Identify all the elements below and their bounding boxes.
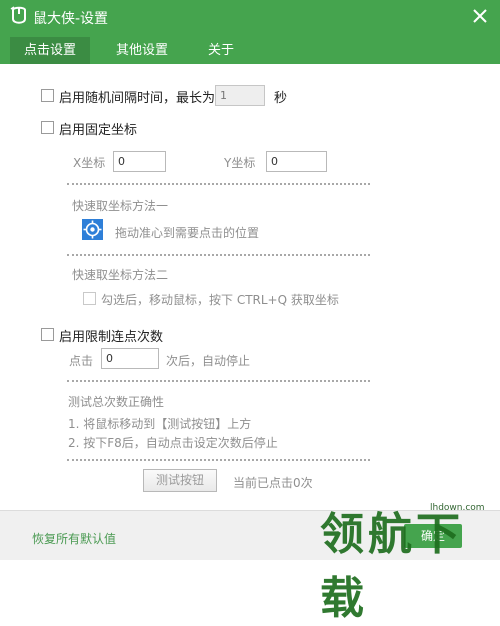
test-title: 测试总次数正确性 xyxy=(68,395,165,409)
method2-label: 勾选后，移动鼠标，按下 CTRL+Q 获取坐标 xyxy=(101,293,339,307)
method2-checkbox[interactable] xyxy=(83,292,96,305)
tab-about[interactable]: 关于 xyxy=(194,37,248,64)
click-count-input[interactable]: 0 xyxy=(101,348,159,369)
y-coord-input[interactable]: 0 xyxy=(266,151,327,172)
random-interval-input[interactable]: 1 xyxy=(215,85,265,106)
random-interval-checkbox[interactable] xyxy=(41,89,54,102)
title-row: 鼠大侠-设置 xyxy=(0,0,500,34)
divider xyxy=(67,183,370,185)
x-coord-input[interactable]: 0 xyxy=(113,151,166,172)
method2-title: 快速取坐标方法二 xyxy=(72,268,169,282)
random-interval-unit: 秒 xyxy=(274,91,288,106)
title-bar: 鼠大侠-设置 点击设置 其他设置 关于 xyxy=(0,0,500,64)
after-label: 次后，自动停止 xyxy=(166,354,251,368)
tab-bar: 点击设置 其他设置 关于 xyxy=(10,37,260,64)
window-title: 鼠大侠-设置 xyxy=(33,11,109,27)
divider xyxy=(67,459,370,461)
limit-clicks-checkbox[interactable] xyxy=(41,328,54,341)
close-icon[interactable] xyxy=(470,6,490,26)
y-coord-label: Y坐标 xyxy=(224,156,256,170)
restore-defaults-link[interactable]: 恢复所有默认值 xyxy=(32,530,116,547)
watermark-url: lhdown.com xyxy=(430,503,485,513)
click-status: 当前已点击0次 xyxy=(233,476,313,490)
test-step-2: 2. 按下F8后，自动点击设定次数后停止 xyxy=(68,436,278,450)
method1-hint: 拖动准心到需要点击的位置 xyxy=(115,226,260,240)
tab-click-settings[interactable]: 点击设置 xyxy=(10,37,91,64)
mouse-logo-icon xyxy=(10,6,26,24)
crosshair-icon[interactable] xyxy=(82,219,103,240)
divider xyxy=(67,380,370,382)
watermark-logo: 领航下载 xyxy=(320,509,464,624)
method1-title: 快速取坐标方法一 xyxy=(72,199,169,213)
test-step-1: 1. 将鼠标移动到【测试按钮】上方 xyxy=(68,417,252,431)
limit-clicks-label: 启用限制连点次数 xyxy=(59,330,164,345)
test-button[interactable]: 测试按钮 xyxy=(143,469,217,492)
divider xyxy=(67,254,370,256)
random-interval-label: 启用随机间隔时间，最长为 xyxy=(59,91,216,106)
fixed-coord-label: 启用固定坐标 xyxy=(59,123,138,138)
fixed-coord-checkbox[interactable] xyxy=(41,121,54,134)
tab-other-settings[interactable]: 其他设置 xyxy=(102,37,182,64)
click-label: 点击 xyxy=(69,354,94,368)
x-coord-label: X坐标 xyxy=(73,156,106,170)
